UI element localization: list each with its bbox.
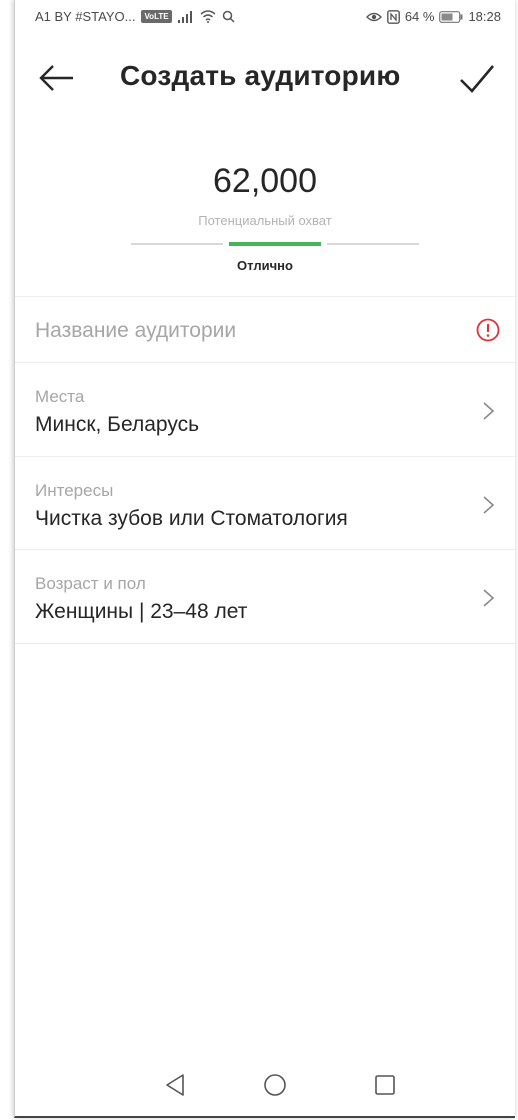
confirm-button[interactable]	[455, 56, 499, 100]
back-triangle-icon	[166, 1074, 184, 1096]
chevron-right-icon	[483, 402, 495, 420]
places-row[interactable]: Места Минск, Беларусь	[15, 363, 515, 456]
status-bar: A1 BY #STAYO... VoLTE 64 % 18:28	[15, 0, 515, 34]
back-button[interactable]	[37, 58, 77, 98]
signal-icon	[177, 10, 194, 23]
places-label: Места	[35, 387, 85, 406]
nav-back-button[interactable]	[161, 1070, 191, 1100]
status-left: A1 BY #STAYO... VoLTE	[35, 9, 235, 24]
chevron-right-icon	[483, 589, 495, 607]
age-gender-row[interactable]: Возраст и пол Женщины | 23–48 лет	[15, 550, 515, 643]
alert-circle-icon	[476, 318, 500, 342]
potential-reach-panel: 62,000 Потенциальный охват Отлично	[15, 150, 515, 290]
audience-name-placeholder: Название аудитории	[35, 319, 237, 342]
age-gender-label: Возраст и пол	[35, 574, 146, 593]
phone-screen: A1 BY #STAYO... VoLTE 64 % 18:28 Создать…	[14, 0, 515, 1118]
interests-value: Чистка зубов или Стоматология	[35, 507, 348, 530]
clock: 18:28	[468, 9, 501, 24]
eye-icon	[365, 11, 382, 23]
wifi-icon	[200, 10, 216, 23]
home-circle-icon	[264, 1074, 286, 1096]
reach-meter-segment-active	[229, 242, 321, 246]
top-app-bar: Создать аудиторию	[15, 34, 515, 118]
system-nav-bar	[15, 1052, 515, 1112]
chevron-right-icon	[483, 496, 495, 514]
audience-name-field[interactable]: Название аудитории	[15, 297, 515, 361]
divider	[15, 643, 515, 644]
reach-meter	[131, 242, 419, 246]
search-icon	[222, 10, 235, 23]
nfc-icon	[386, 9, 400, 24]
carrier-text: A1 BY #STAYO...	[35, 9, 136, 24]
arrow-left-icon	[39, 65, 73, 91]
status-right: 64 % 18:28	[365, 9, 501, 24]
age-gender-value: Женщины | 23–48 лет	[35, 600, 248, 623]
battery-icon	[439, 10, 463, 23]
nav-home-button[interactable]	[260, 1070, 290, 1100]
reach-label: Потенциальный охват	[198, 213, 332, 228]
nav-recents-button[interactable]	[370, 1070, 400, 1100]
interests-row[interactable]: Интересы Чистка зубов или Стоматология	[15, 457, 515, 550]
reach-value: 62,000	[213, 162, 317, 200]
places-value: Минск, Беларусь	[35, 413, 200, 436]
checkmark-icon	[460, 65, 494, 93]
reach-meter-segment	[327, 243, 419, 245]
volte-badge: VoLTE	[141, 10, 172, 23]
page-title: Создать аудиторию	[120, 60, 401, 91]
recents-square-icon	[375, 1075, 395, 1095]
battery-percent: 64 %	[404, 9, 435, 24]
reach-meter-segment	[131, 243, 223, 245]
reach-rating: Отлично	[237, 258, 293, 273]
interests-label: Интересы	[35, 481, 114, 500]
